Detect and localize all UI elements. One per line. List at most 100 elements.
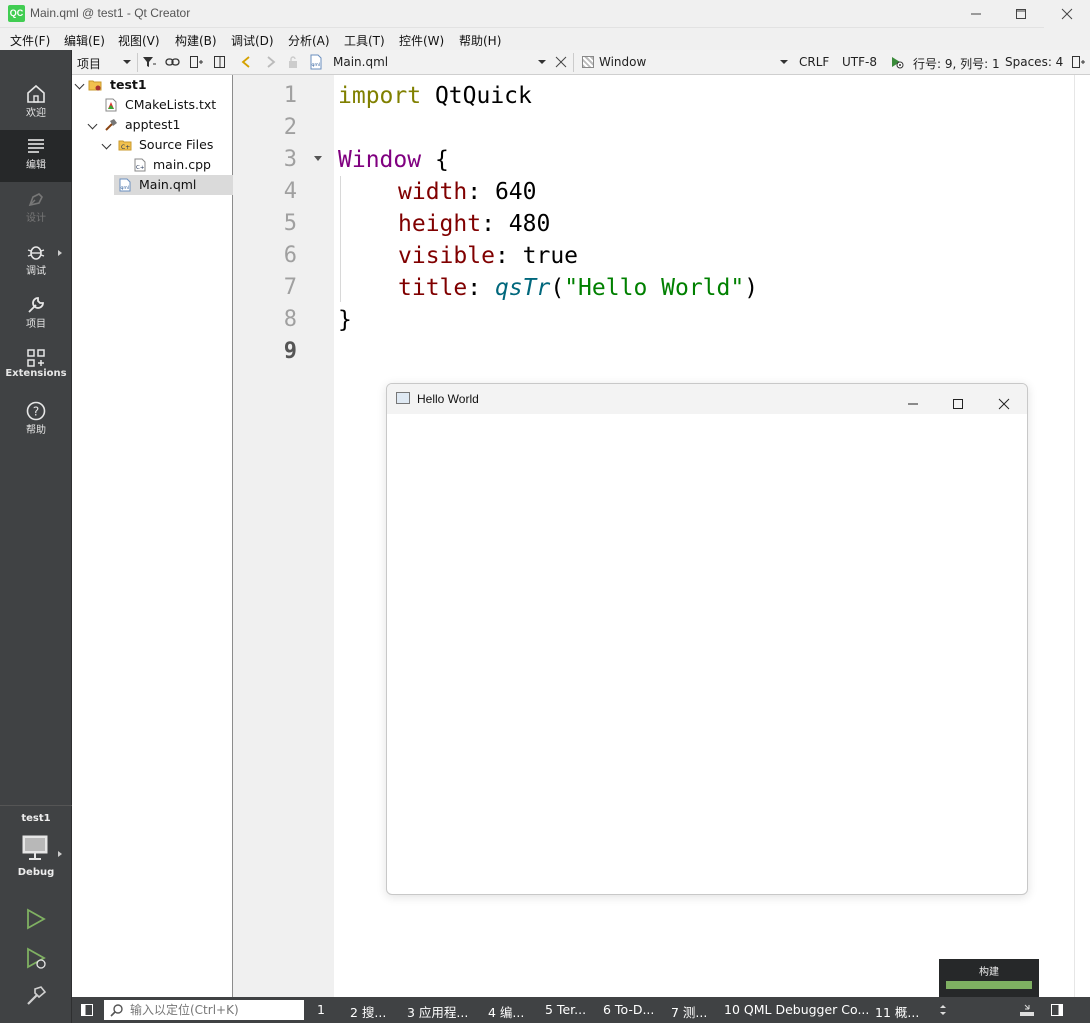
mode-edit[interactable]: 编辑 bbox=[0, 130, 72, 182]
run-button[interactable] bbox=[24, 907, 48, 934]
output-pane-todo[interactable]: 6 To-D... bbox=[603, 1002, 654, 1017]
cursor-position[interactable]: 行号: 9, 列号: 1 bbox=[913, 55, 1000, 72]
more-panes-button[interactable] bbox=[939, 1003, 947, 1020]
mode-help[interactable]: ? 帮助 bbox=[0, 395, 72, 447]
fold-marker-icon[interactable] bbox=[314, 156, 322, 161]
eye-run-icon bbox=[892, 57, 904, 69]
project-pane-toolbar: 项目 bbox=[72, 50, 233, 75]
qml-preview-indicator[interactable] bbox=[890, 55, 904, 72]
navigate-back-button[interactable] bbox=[240, 55, 254, 72]
running-app-title-bar[interactable]: Hello World bbox=[387, 384, 1027, 414]
line-number-gutter: 1 2 3 4 5 6 7 8 9 bbox=[233, 75, 334, 997]
kit-project-name: test1 bbox=[21, 813, 51, 824]
mode-projects[interactable]: 项目 bbox=[0, 289, 72, 341]
menu-file[interactable]: 文件(F) bbox=[10, 32, 50, 49]
app-close-button[interactable] bbox=[981, 384, 1026, 414]
toggle-progress-button[interactable] bbox=[1019, 1002, 1035, 1021]
mode-extensions[interactable]: Extensions bbox=[0, 342, 72, 394]
menu-help[interactable]: 帮助(H) bbox=[459, 32, 501, 49]
close-pane-icon bbox=[214, 56, 225, 68]
menu-debug[interactable]: 调试(D) bbox=[231, 32, 274, 49]
output-pane-search[interactable]: 2 搜... bbox=[350, 1002, 386, 1021]
close-document-button[interactable] bbox=[555, 56, 567, 71]
menu-view[interactable]: 视图(V) bbox=[118, 32, 160, 49]
tree-item-project-root[interactable]: test1 bbox=[72, 75, 233, 95]
output-pane-app-output[interactable]: 3 应用程... bbox=[407, 1002, 468, 1021]
navigate-forward-button[interactable] bbox=[263, 55, 277, 72]
indentation-setting[interactable]: Spaces: 4 bbox=[1005, 55, 1063, 69]
extensions-icon bbox=[27, 349, 45, 367]
output-pane-terminal[interactable]: 5 Ter... bbox=[545, 1002, 586, 1017]
debug-run-button[interactable] bbox=[24, 946, 50, 975]
editor-vertical-scrollbar[interactable] bbox=[1074, 75, 1090, 997]
menu-analyze[interactable]: 分析(A) bbox=[288, 32, 330, 49]
svg-text:?: ? bbox=[33, 405, 39, 419]
build-progress-bar bbox=[946, 981, 1032, 989]
lock-indicator bbox=[287, 55, 299, 72]
menu-controls[interactable]: 控件(W) bbox=[399, 32, 444, 49]
build-progress-label: 构建 bbox=[979, 967, 999, 978]
toggle-right-sidebar-button[interactable] bbox=[1050, 1003, 1064, 1020]
split-editor-button[interactable] bbox=[1071, 55, 1085, 72]
encoding-selector[interactable]: UTF-8 bbox=[842, 55, 877, 69]
svg-text:C+: C+ bbox=[121, 144, 130, 151]
current-file-icon: qml bbox=[309, 54, 323, 73]
output-pane-overview[interactable]: 11 概... bbox=[875, 1002, 919, 1021]
line-ending-selector[interactable]: CRLF bbox=[799, 55, 829, 69]
build-button[interactable] bbox=[24, 984, 48, 1011]
menu-build[interactable]: 构建(B) bbox=[175, 32, 217, 49]
symbol-icon bbox=[582, 56, 594, 68]
menu-tools[interactable]: 工具(T) bbox=[344, 32, 385, 49]
mode-design[interactable]: 设计 bbox=[0, 183, 72, 235]
app-maximize-button[interactable] bbox=[935, 384, 980, 414]
edit-lines-icon bbox=[28, 139, 44, 153]
chevron-down-icon bbox=[101, 139, 112, 150]
svg-text:qml: qml bbox=[312, 62, 321, 68]
line-number: 4 bbox=[283, 179, 297, 204]
tree-item-main-cpp[interactable]: C+ main.cpp bbox=[72, 155, 233, 175]
lock-icon bbox=[289, 56, 297, 68]
app-minimize-button[interactable] bbox=[890, 384, 935, 414]
open-file-selector[interactable]: Main.qml bbox=[333, 55, 388, 69]
close-pane-button[interactable] bbox=[213, 55, 227, 72]
tree-item-target[interactable]: apptest1 bbox=[72, 115, 233, 135]
locator-input[interactable]: 输入以定位(Ctrl+K) bbox=[104, 1000, 304, 1020]
mode-debug[interactable]: 调试 bbox=[0, 236, 72, 288]
project-view-selector[interactable]: 项目 bbox=[77, 55, 101, 72]
menu-edit[interactable]: 编辑(E) bbox=[64, 32, 105, 49]
window-close-button[interactable] bbox=[1044, 0, 1090, 28]
minimize-icon bbox=[971, 13, 981, 15]
monitor-icon bbox=[22, 835, 48, 860]
window-maximize-button[interactable] bbox=[998, 0, 1044, 28]
project-folder-icon bbox=[88, 80, 102, 91]
cmake-file-icon bbox=[105, 98, 117, 112]
close-icon bbox=[1061, 8, 1073, 20]
hammer-icon bbox=[27, 986, 47, 1005]
filter-button[interactable] bbox=[142, 55, 156, 72]
split-pane-button[interactable] bbox=[189, 55, 203, 72]
title-bar: QC Main.qml @ test1 - Qt Creator bbox=[0, 0, 1090, 28]
split-icon bbox=[1072, 56, 1085, 68]
tree-item-source-files[interactable]: C+ Source Files bbox=[72, 135, 233, 155]
tree-item-cmakelists[interactable]: CMakeLists.txt bbox=[72, 95, 233, 115]
output-pane-tests[interactable]: 7 测... bbox=[671, 1002, 707, 1021]
output-pane-compile[interactable]: 4 编... bbox=[488, 1002, 524, 1021]
sync-editor-button[interactable] bbox=[165, 55, 180, 72]
running-app-title: Hello World bbox=[417, 392, 479, 406]
line-number: 3 bbox=[283, 147, 297, 172]
symbol-selector[interactable]: Window bbox=[599, 55, 646, 69]
cpp-file-icon: C+ bbox=[134, 158, 146, 172]
running-app-window[interactable]: Hello World bbox=[386, 383, 1028, 895]
tree-item-main-qml[interactable]: qml Main.qml bbox=[114, 175, 233, 195]
output-pane-1[interactable]: 1 bbox=[317, 1002, 325, 1017]
line-number: 2 bbox=[283, 115, 297, 140]
window-minimize-button[interactable] bbox=[953, 0, 999, 28]
output-pane-qml-debugger[interactable]: 10 QML Debugger Co... bbox=[724, 1002, 869, 1017]
kit-selector-button[interactable] bbox=[22, 835, 50, 864]
toggle-left-sidebar-button[interactable] bbox=[80, 1003, 94, 1020]
build-progress[interactable]: 构建 bbox=[939, 959, 1039, 997]
run-icon bbox=[27, 908, 46, 930]
mode-welcome[interactable]: 欢迎 bbox=[0, 78, 72, 130]
bug-icon bbox=[27, 246, 45, 260]
filter-icon bbox=[143, 57, 156, 67]
